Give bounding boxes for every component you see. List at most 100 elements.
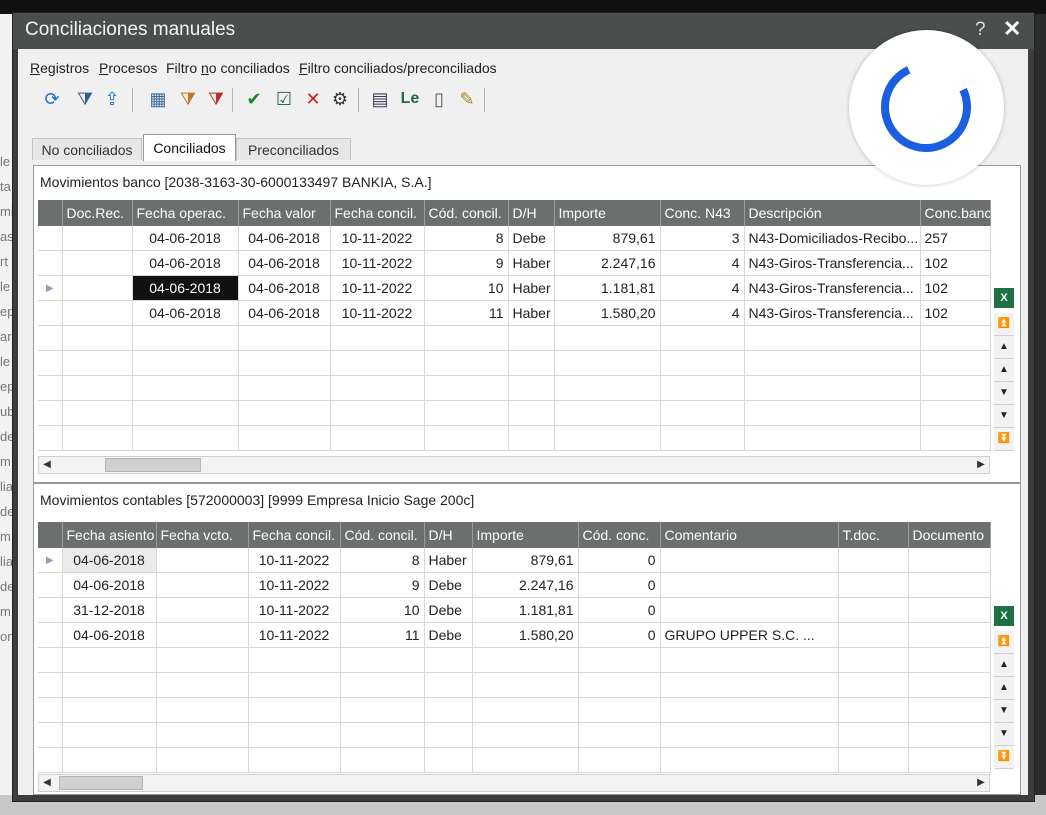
- row-indicator[interactable]: [38, 572, 63, 598]
- table-cell[interactable]: 0: [578, 548, 661, 573]
- table-cell[interactable]: [554, 350, 661, 376]
- table-cell[interactable]: [472, 722, 579, 748]
- table-cell[interactable]: 04-06-2018: [238, 275, 331, 301]
- column-header[interactable]: T.doc.: [838, 522, 909, 548]
- table-cell[interactable]: [62, 250, 133, 276]
- table-cell[interactable]: [920, 400, 991, 426]
- table-cell[interactable]: [838, 572, 909, 598]
- table-cell[interactable]: 102: [920, 275, 991, 301]
- table-cell[interactable]: [838, 647, 909, 673]
- column-header[interactable]: Comentario: [660, 522, 839, 548]
- row-indicator[interactable]: [38, 622, 63, 648]
- table-row[interactable]: [38, 722, 991, 748]
- table-cell[interactable]: [744, 400, 921, 426]
- column-header[interactable]: Fecha valor: [238, 200, 331, 226]
- check-icon[interactable]: ✔: [242, 87, 266, 111]
- tab-conciliados[interactable]: Conciliados: [143, 134, 236, 161]
- cancel-icon[interactable]: ✕: [301, 87, 325, 111]
- table-cell[interactable]: [920, 425, 991, 451]
- table-cell[interactable]: [660, 672, 839, 698]
- next-row-icon[interactable]: ▼: [994, 700, 1014, 723]
- page-up-icon[interactable]: ▲: [994, 336, 1014, 359]
- table-cell[interactable]: [744, 350, 921, 376]
- table-cell[interactable]: 9: [424, 250, 509, 276]
- column-header[interactable]: Conc.banc: [920, 200, 991, 226]
- table-cell[interactable]: 10: [424, 275, 509, 301]
- table-cell[interactable]: [156, 697, 249, 723]
- table-cell[interactable]: GRUPO UPPER S.C. ...: [660, 622, 839, 648]
- table-cell[interactable]: 04-06-2018: [62, 548, 157, 573]
- table-cell[interactable]: [660, 325, 745, 351]
- table-cell[interactable]: [920, 325, 991, 351]
- table-cell[interactable]: [156, 722, 249, 748]
- row-indicator[interactable]: [38, 350, 63, 376]
- table-cell[interactable]: [132, 375, 239, 401]
- menu-item-0[interactable]: Registros: [30, 60, 89, 76]
- table-cell[interactable]: [238, 425, 331, 451]
- table-cell[interactable]: [660, 548, 839, 573]
- table-cell[interactable]: [330, 425, 425, 451]
- table-cell[interactable]: 3: [660, 226, 745, 251]
- close-button[interactable]: ✕: [1003, 16, 1021, 42]
- table-cell[interactable]: N43-Giros-Transferencia...: [744, 275, 921, 301]
- table-cell[interactable]: [578, 672, 661, 698]
- table-row[interactable]: 04-06-2018 04-06-2018 10-11-2022 9 Haber 2.24…: [38, 250, 991, 276]
- table-cell[interactable]: N43-Giros-Transferencia...: [744, 300, 921, 326]
- table-cell[interactable]: [554, 425, 661, 451]
- table-cell[interactable]: [908, 697, 991, 723]
- table-cell[interactable]: 8: [424, 226, 509, 251]
- table-cell[interactable]: 102: [920, 250, 991, 276]
- table-cell[interactable]: [660, 722, 839, 748]
- table-cell[interactable]: [554, 325, 661, 351]
- table-cell[interactable]: [660, 425, 745, 451]
- page-down-icon[interactable]: ▼: [994, 723, 1014, 746]
- table-cell[interactable]: 879,61: [472, 548, 579, 573]
- filter-remove-icon[interactable]: ⧩: [204, 87, 228, 111]
- table-cell[interactable]: 04-06-2018: [238, 250, 331, 276]
- table-row[interactable]: 04-06-2018 04-06-2018 10-11-2022 11 Haber 1.5…: [38, 300, 991, 326]
- le-icon[interactable]: Le: [398, 87, 422, 111]
- table-cell[interactable]: 10-11-2022: [248, 622, 341, 648]
- table-cell[interactable]: [62, 697, 157, 723]
- table-cell[interactable]: [132, 350, 239, 376]
- table-cell[interactable]: 04-06-2018: [62, 622, 157, 648]
- table-cell[interactable]: 1.580,20: [554, 300, 661, 326]
- column-header[interactable]: Fecha concil.: [330, 200, 425, 226]
- table-cell[interactable]: [132, 425, 239, 451]
- table-cell[interactable]: [330, 325, 425, 351]
- table-cell[interactable]: [838, 672, 909, 698]
- table-cell[interactable]: 1.181,81: [472, 597, 579, 623]
- table-row[interactable]: [38, 350, 991, 376]
- table-cell[interactable]: Debe: [508, 226, 555, 251]
- table-cell[interactable]: [908, 548, 991, 573]
- row-indicator[interactable]: [38, 747, 63, 773]
- table-cell[interactable]: [472, 647, 579, 673]
- table-row[interactable]: [38, 697, 991, 723]
- table-cell[interactable]: [62, 375, 133, 401]
- table-cell[interactable]: [248, 697, 341, 723]
- table-cell[interactable]: Debe: [424, 572, 473, 598]
- table-cell[interactable]: [424, 325, 509, 351]
- tab-preconciliados[interactable]: Preconciliados: [236, 138, 351, 160]
- bank-hscrollbar[interactable]: ◀ ▶: [38, 456, 990, 474]
- table-cell[interactable]: [62, 400, 133, 426]
- table-cell[interactable]: [920, 375, 991, 401]
- table-cell[interactable]: [62, 300, 133, 326]
- table-cell[interactable]: [62, 350, 133, 376]
- row-indicator[interactable]: [38, 425, 63, 451]
- table-cell[interactable]: [578, 747, 661, 773]
- table-row[interactable]: 04-06-2018 04-06-2018 10-11-2022 8 Debe 879,6…: [38, 226, 991, 251]
- table-cell[interactable]: [838, 697, 909, 723]
- table-cell[interactable]: Haber: [424, 548, 473, 573]
- table-cell[interactable]: 04-06-2018: [132, 275, 239, 301]
- table-cell[interactable]: [424, 697, 473, 723]
- table-row[interactable]: ▶ 04-06-2018 10-11-2022 8 Haber 879,61 0: [38, 548, 991, 573]
- table-cell[interactable]: [62, 325, 133, 351]
- column-header[interactable]: Fecha vcto.: [156, 522, 249, 548]
- prev-row-icon[interactable]: ▲: [994, 677, 1014, 700]
- filter-icon[interactable]: ⧩: [73, 87, 97, 111]
- table-cell[interactable]: [156, 572, 249, 598]
- table-cell[interactable]: [156, 672, 249, 698]
- table-cell[interactable]: [330, 400, 425, 426]
- row-indicator[interactable]: [38, 647, 63, 673]
